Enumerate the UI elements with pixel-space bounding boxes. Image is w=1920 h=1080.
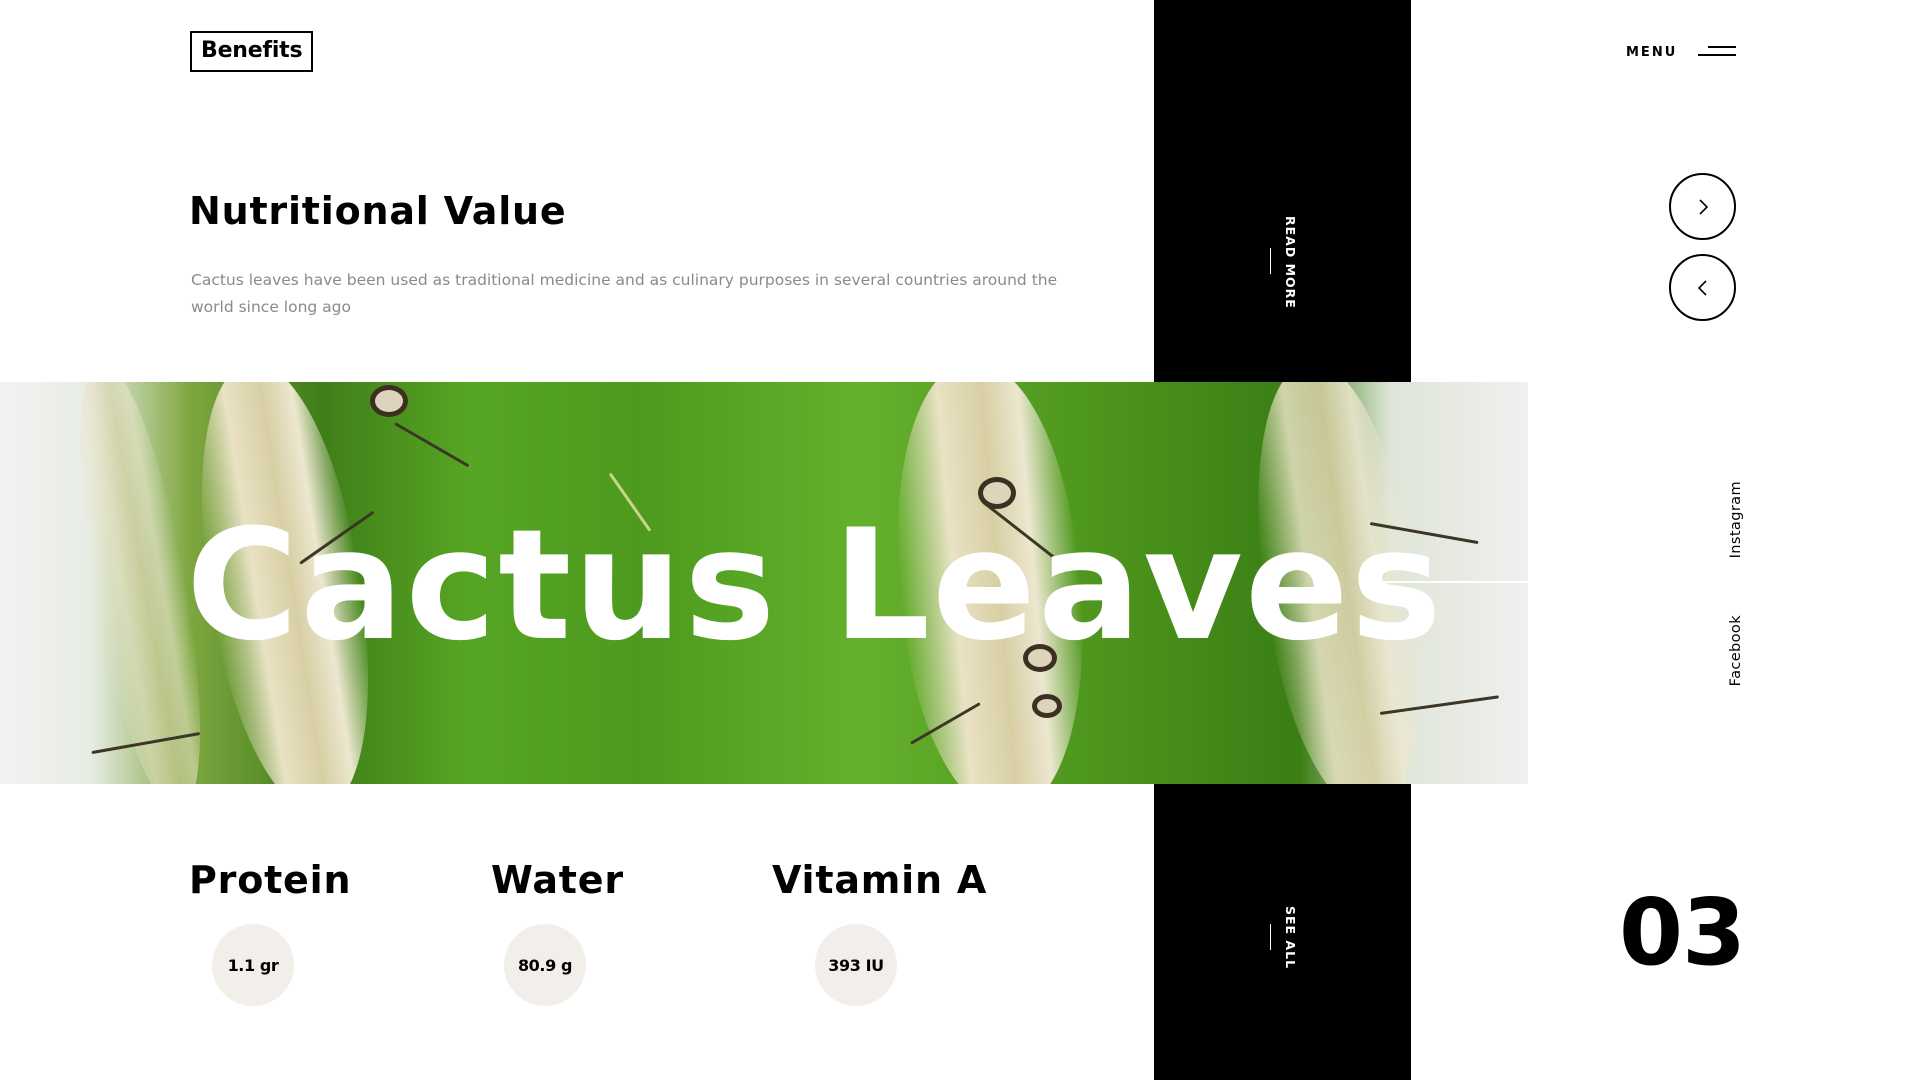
cactus-needle bbox=[394, 422, 470, 468]
read-more-label: READ MORE bbox=[1283, 216, 1298, 309]
instagram-link[interactable]: Instagram bbox=[1724, 480, 1744, 558]
section-title: Nutritional Value bbox=[189, 189, 567, 233]
previous-slide-button[interactable] bbox=[1669, 254, 1736, 321]
chevron-right-icon bbox=[1698, 198, 1708, 215]
hero-title: Cactus Leaves bbox=[186, 497, 1444, 675]
chevron-left-icon bbox=[1697, 279, 1707, 296]
nutrient-value-badge: 1.1 gr bbox=[212, 924, 294, 1006]
benefits-logo[interactable]: Benefits bbox=[190, 31, 314, 72]
nutrient-name-vitamin-a: Vitamin A bbox=[772, 858, 988, 902]
see-all-link[interactable]: SEE ALL bbox=[1264, 906, 1304, 1026]
see-all-tick bbox=[1270, 924, 1271, 950]
facebook-link[interactable]: Facebook bbox=[1724, 608, 1744, 686]
nutrient-name-protein: Protein bbox=[189, 858, 352, 902]
nutrient-value-badge: 80.9 g bbox=[504, 924, 586, 1006]
hamburger-icon bbox=[1698, 44, 1736, 58]
cactus-areole bbox=[1032, 694, 1062, 718]
cactus-areole bbox=[370, 385, 408, 417]
next-slide-button[interactable] bbox=[1669, 173, 1736, 240]
slide-number: 03 bbox=[1619, 879, 1746, 986]
facebook-label: Facebook bbox=[1728, 614, 1744, 686]
menu-button[interactable]: MENU bbox=[1626, 42, 1736, 66]
menu-label: MENU bbox=[1626, 45, 1678, 60]
read-more-tick bbox=[1270, 248, 1271, 274]
see-all-label: SEE ALL bbox=[1283, 906, 1298, 970]
section-description: Cactus leaves have been used as traditio… bbox=[191, 271, 1058, 316]
instagram-label: Instagram bbox=[1728, 480, 1744, 558]
nutrient-value-badge: 393 IU bbox=[815, 924, 897, 1006]
read-more-link[interactable]: READ MORE bbox=[1264, 216, 1304, 336]
nutrient-name-water: Water bbox=[491, 858, 624, 902]
